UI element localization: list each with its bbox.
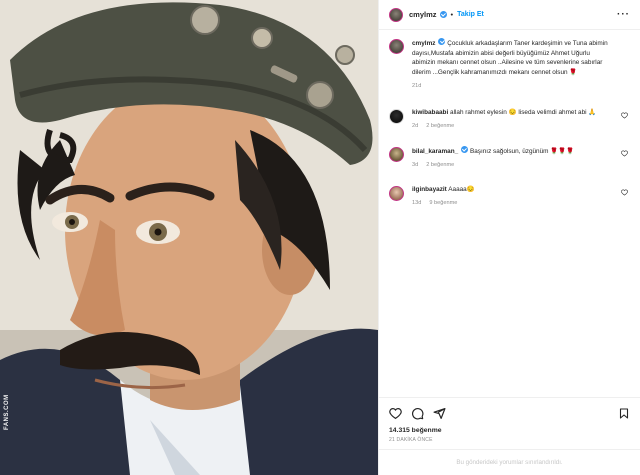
post-side-panel: cmylmz • Takip Et ··· cmylmz Çocukluk ar… (378, 0, 640, 475)
post-header: cmylmz • Takip Et ··· (379, 0, 640, 30)
verified-badge-icon (438, 38, 446, 45)
comment-likes[interactable]: 9 beğenme (429, 200, 457, 206)
author-avatar[interactable] (389, 7, 403, 22)
comment-time[interactable]: 2d (412, 123, 418, 129)
comment-avatar[interactable] (389, 185, 404, 201)
comment-time[interactable]: 3d (412, 162, 418, 168)
post-actions: 14.315 beğenme 21 DAKİKA ÖNCE (379, 397, 640, 443)
verified-badge-icon (439, 11, 447, 18)
comment-likes[interactable]: 2 beğenme (426, 123, 454, 129)
comment-avatar[interactable] (389, 108, 404, 124)
comment-item: bilal_karaman_ Başınız sağolsun, üzgünüm… (389, 145, 630, 171)
comment-username[interactable]: kiwibabaabi (412, 109, 448, 116)
more-horizontal-icon[interactable]: ··· (617, 9, 630, 20)
post-timestamp[interactable]: 21 DAKİKA ÖNCE (389, 437, 630, 443)
comments-restricted-notice: Bu gönderideki yorumlar sınırlandırıldı. (379, 449, 640, 475)
photo-watermark: FANS.COM (4, 394, 10, 430)
comment-item: ilginbayazit Aaaaa😔 13d 9 beğenme (389, 185, 630, 209)
likes-count[interactable]: 14.315 beğenme (389, 427, 630, 434)
comment-text: Başınız sağolsun, üzgünüm 🌹🌹🌹 (469, 147, 575, 155)
comment-text: allah rahmet eylesin 😔 liseda velimdi ah… (450, 108, 597, 116)
heart-icon[interactable] (621, 112, 628, 119)
action-icons (389, 404, 630, 422)
comment-avatar[interactable] (389, 146, 404, 162)
bookmark-icon[interactable] (618, 407, 630, 420)
author-username[interactable]: cmylmz (409, 10, 437, 19)
heart-icon[interactable] (389, 407, 402, 420)
caption-text: Çocukluk arkadaşlarım Taner kardeşimin v… (412, 40, 608, 76)
comment-time[interactable]: 13d (412, 200, 421, 206)
comment-username[interactable]: ilginbayazit (412, 186, 447, 193)
separator-dot: • (450, 10, 454, 19)
comments-list: cmylmz Çocukluk arkadaşlarım Taner karde… (379, 30, 640, 209)
caption: cmylmz Çocukluk arkadaşlarım Taner karde… (389, 38, 630, 92)
comment-icon[interactable] (411, 407, 424, 420)
paper-plane-icon[interactable] (433, 407, 446, 420)
caption-username[interactable]: cmylmz (412, 40, 435, 47)
comment-likes[interactable]: 2 beğenme (426, 162, 454, 168)
caption-time[interactable]: 21d (412, 83, 421, 89)
heart-icon[interactable] (621, 189, 628, 196)
portrait-illustration (0, 0, 378, 475)
verified-badge-icon (461, 145, 469, 153)
heart-icon[interactable] (621, 150, 628, 157)
caption-avatar[interactable] (389, 39, 404, 54)
post-image[interactable]: FANS.COM (0, 0, 378, 475)
comment-item: kiwibabaabi allah rahmet eylesin 😔 lised… (389, 108, 630, 132)
comment-text: Aaaaa😔 (448, 185, 475, 193)
follow-button[interactable]: Takip Et (457, 11, 484, 18)
comment-username[interactable]: bilal_karaman_ (412, 148, 458, 155)
